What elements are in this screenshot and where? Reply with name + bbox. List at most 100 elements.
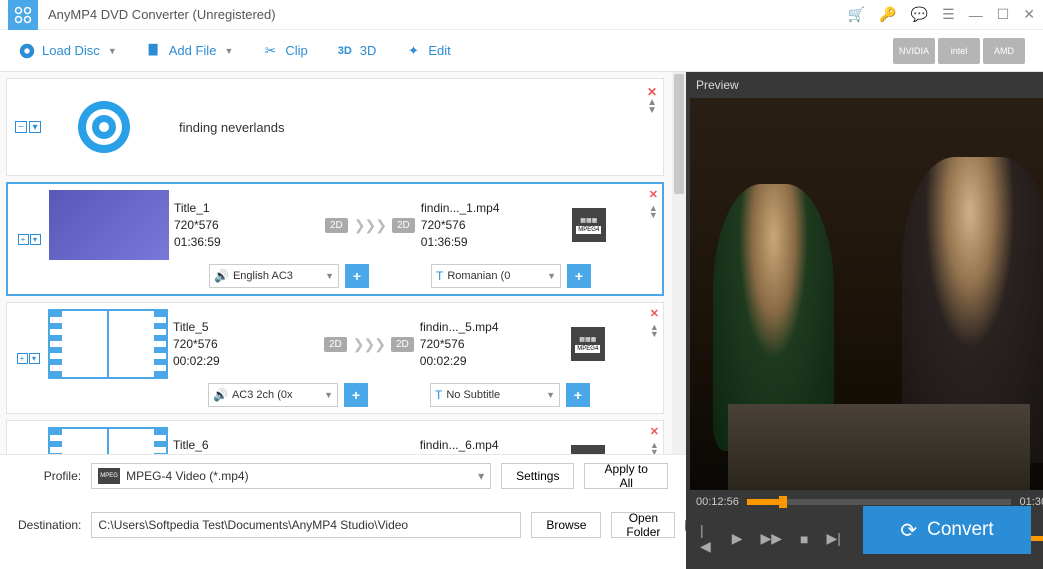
vendor-badges: NVIDIA intel AMD — [893, 38, 1025, 64]
output-name: findin..._6.mp4 — [420, 437, 565, 454]
prev-button[interactable]: |◀ — [700, 522, 714, 555]
menu-icon[interactable]: ☰ — [942, 6, 955, 23]
audio-select[interactable]: 🔊AC3 2ch (0x▼ — [208, 383, 338, 407]
toolbar: Load Disc ▼ + Add File ▼ ✂ Clip 3D 3D ✦ … — [0, 30, 1043, 72]
disc-name: finding neverlands — [179, 120, 285, 135]
clip-button[interactable]: ✂ Clip — [261, 42, 307, 60]
2d-source-badge[interactable]: 2D — [324, 337, 347, 352]
source-name: Title_6 — [173, 437, 318, 454]
wand-icon: ✦ — [404, 42, 422, 60]
scissors-icon: ✂ — [261, 42, 279, 60]
intel-badge: intel — [938, 38, 980, 64]
add-subtitle-button[interactable]: + — [566, 383, 590, 407]
browse-button[interactable]: Browse — [531, 512, 601, 538]
add-file-button[interactable]: + Add File ▼ — [145, 42, 234, 60]
stop-button[interactable]: ■ — [800, 531, 808, 547]
move-title-button[interactable]: ▲▼ — [650, 442, 659, 454]
minimize-button[interactable]: — — [969, 7, 983, 23]
output-duration: 00:02:29 — [420, 353, 565, 370]
arrow-icon: ❯❯❯ — [353, 336, 385, 353]
format-button[interactable]: ▦▦▦MPEG4 — [572, 208, 606, 242]
profile-label: Profile: — [18, 469, 81, 483]
maximize-button[interactable]: ☐ — [997, 6, 1010, 23]
subtitle-select[interactable]: TRomanian (0▼ — [431, 264, 561, 288]
title-row[interactable]: +▾ Title_1 720*576 01:36:59 2D ❯❯❯ 2D fi… — [6, 182, 664, 296]
window-controls: 🛒 🔑 💬 ☰ — ☐ ✕ — [848, 6, 1035, 23]
output-duration: 01:36:59 — [421, 234, 566, 251]
app-title: AnyMP4 DVD Converter (Unregistered) — [48, 7, 848, 22]
key-icon[interactable]: 🔑 — [879, 6, 896, 23]
add-subtitle-button[interactable]: + — [567, 264, 591, 288]
add-audio-button[interactable]: + — [345, 264, 369, 288]
profile-select[interactable]: MPEG MPEG-4 Video (*.mp4) ▾ — [91, 463, 491, 489]
convert-button[interactable]: ⟳ Convert — [863, 506, 1031, 554]
bottom-bar: Profile: MPEG MPEG-4 Video (*.mp4) ▾ Set… — [0, 454, 686, 569]
preview-video[interactable] — [690, 98, 1043, 490]
destination-input[interactable]: C:\Users\Softpedia Test\Documents\AnyMP4… — [91, 512, 521, 538]
expand-button[interactable]: ▾ — [29, 121, 41, 133]
move-title-button[interactable]: ▲▼ — [649, 205, 658, 219]
add-audio-button[interactable]: + — [344, 383, 368, 407]
disc-row[interactable]: − ▾ finding neverlands ✕ ▲▼ — [6, 78, 664, 176]
source-duration: 01:36:59 — [174, 234, 319, 251]
settings-button[interactable]: Settings — [501, 463, 574, 489]
title-row[interactable]: +▾ Title_5 720*576 00:02:29 2D ❯❯❯ 2D fi… — [6, 302, 664, 414]
apply-all-button[interactable]: Apply to All — [584, 463, 668, 489]
format-icon: MPEG — [98, 468, 120, 484]
close-button[interactable]: ✕ — [1023, 6, 1035, 23]
3d-button[interactable]: 3D 3D — [336, 42, 377, 60]
source-name: Title_5 — [173, 319, 318, 336]
collapse-button[interactable]: − — [15, 121, 27, 133]
titlebar: AnyMP4 DVD Converter (Unregistered) 🛒 🔑 … — [0, 0, 1043, 30]
expand-title-button[interactable]: ▾ — [30, 234, 41, 245]
move-title-button[interactable]: ▲▼ — [650, 324, 659, 338]
subtitle-icon: T — [436, 269, 443, 283]
2d-output-badge[interactable]: 2D — [392, 218, 415, 233]
remove-title-button[interactable]: ✕ — [650, 425, 659, 438]
caret-down-icon: ▼ — [318, 390, 333, 400]
caret-down-icon: ▼ — [541, 271, 556, 281]
open-folder-button[interactable]: Open Folder — [611, 512, 675, 538]
next-button[interactable]: ▶| — [827, 530, 841, 547]
remove-title-button[interactable]: ✕ — [650, 307, 659, 320]
arrow-icon: ❯❯❯ — [353, 454, 385, 455]
output-resolution: 720*576 — [420, 454, 565, 455]
edit-button[interactable]: ✦ Edit — [404, 42, 450, 60]
source-name: Title_1 — [174, 200, 319, 217]
2d-output-badge[interactable]: 2D — [391, 337, 414, 352]
play-button[interactable]: ▶ — [732, 530, 743, 547]
source-resolution: 720*576 — [173, 336, 318, 353]
caret-down-icon: ▼ — [108, 46, 117, 56]
app-logo — [8, 0, 38, 30]
cart-icon[interactable]: 🛒 — [848, 6, 865, 23]
film-thumbnail — [48, 309, 168, 379]
scrollbar[interactable] — [672, 72, 686, 454]
caret-down-icon: ▾ — [478, 469, 484, 483]
remove-title-button[interactable]: ✕ — [649, 188, 658, 201]
destination-label: Destination: — [18, 518, 81, 532]
format-button[interactable]: ▦▦▦MPEG4 — [571, 445, 605, 454]
timeline-slider[interactable] — [747, 499, 1012, 505]
check-button[interactable]: + — [18, 234, 29, 245]
caret-down-icon: ▼ — [224, 46, 233, 56]
expand-title-button[interactable]: ▾ — [29, 353, 40, 364]
svg-text:+: + — [156, 48, 161, 58]
film-thumbnail — [48, 427, 168, 454]
check-button[interactable]: + — [17, 353, 28, 364]
file-plus-icon: + — [145, 42, 163, 60]
load-disc-button[interactable]: Load Disc ▼ — [18, 42, 117, 60]
nvidia-badge: NVIDIA — [893, 38, 935, 64]
3d-icon: 3D — [336, 42, 354, 60]
sort-button[interactable]: ▲▼ — [647, 99, 657, 115]
title-row[interactable]: +▾ Title_6 720*576 00:01:41 2D ❯❯❯ 2D fi… — [6, 420, 664, 454]
disc-icon — [49, 87, 159, 167]
disc-icon — [18, 42, 36, 60]
format-button[interactable]: ▦▦▦MPEG4 — [571, 327, 605, 361]
subtitle-select[interactable]: TNo Subtitle▼ — [430, 383, 560, 407]
title-list: − ▾ finding neverlands ✕ ▲▼ +▾ Title_1 7… — [0, 72, 686, 454]
output-name: findin..._1.mp4 — [421, 200, 566, 217]
2d-source-badge[interactable]: 2D — [325, 218, 348, 233]
fast-forward-button[interactable]: ▶▶ — [760, 530, 782, 547]
audio-select[interactable]: 🔊English AC3▼ — [209, 264, 339, 288]
feedback-icon[interactable]: 💬 — [911, 6, 928, 23]
